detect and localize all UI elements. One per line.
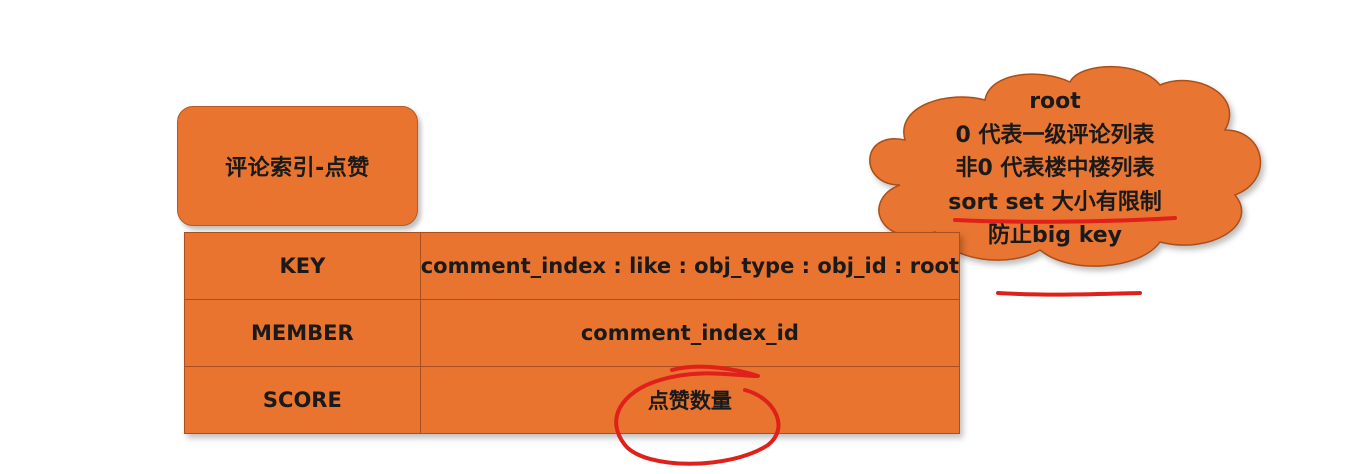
diagram-canvas: 评论索引-点赞 KEY comment_index : like : obj_t… (0, 0, 1372, 474)
row-value-cell: 点赞数量 (419, 366, 961, 434)
title-box: 评论索引-点赞 (177, 106, 418, 226)
cloud-note-line: root (1029, 89, 1081, 114)
row-value-cell: comment_index : like : obj_type : obj_id… (419, 232, 961, 300)
table-row: KEY comment_index : like : obj_type : ob… (184, 232, 961, 300)
cloud-note-line: 非0 代表楼中楼列表 (955, 156, 1155, 181)
row-key-cell: SCORE (184, 366, 421, 434)
row-value-cell: comment_index_id (419, 299, 961, 367)
cloud-note-line: 防止big key (988, 223, 1122, 248)
cloud-note-line: 0 代表一级评论列表 (955, 122, 1155, 148)
cloud-note-text: root 0 代表一级评论列表 非0 代表楼中楼列表 sort set 大小有限… (910, 85, 1200, 253)
table-row: MEMBER comment_index_id (184, 299, 961, 367)
row-key-cell: KEY (184, 232, 421, 300)
title-box-label: 评论索引-点赞 (225, 156, 370, 181)
row-key-cell: MEMBER (184, 299, 421, 367)
table-row: SCORE 点赞数量 (184, 366, 961, 434)
underline-stroke (996, 291, 1142, 297)
cloud-note-line: sort set 大小有限制 (948, 189, 1162, 215)
key-value-table: KEY comment_index : like : obj_type : ob… (184, 232, 961, 434)
